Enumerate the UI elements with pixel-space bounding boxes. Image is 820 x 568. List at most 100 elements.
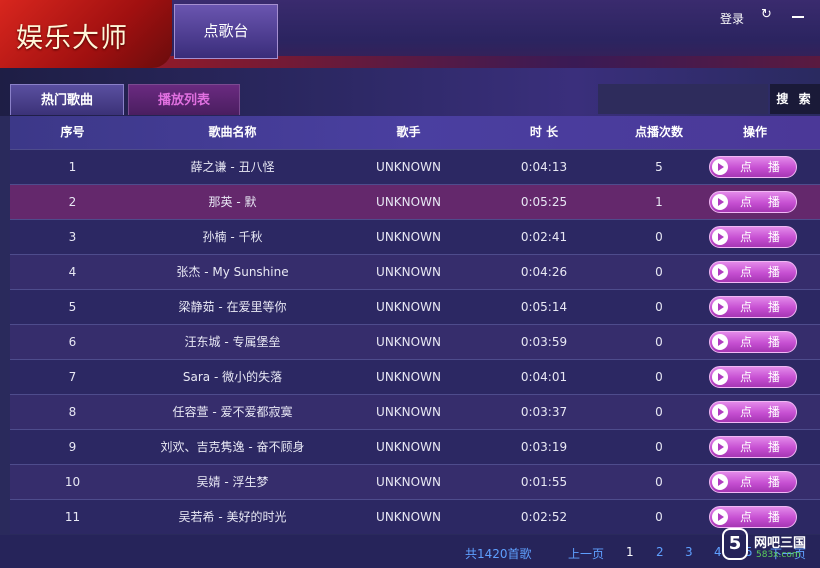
request-song-label: 点 播	[740, 510, 786, 524]
play-icon	[712, 159, 728, 175]
request-song-button[interactable]: 点 播	[709, 156, 797, 178]
row-title: 薛之谦 - 丑八怪	[190, 160, 275, 174]
app-logo-text: 娱乐大师	[16, 23, 128, 54]
table-row[interactable]: 3 孙楠 - 千秋 UNKNOWN 0:02:41 0 点 播	[10, 219, 820, 254]
table-row[interactable]: 9 刘欢、吉克隽逸 - 奋不顾身 UNKNOWN 0:03:19 0 点 播	[10, 429, 820, 464]
table-row[interactable]: 6 汪东城 - 专属堡垒 UNKNOWN 0:03:59 0 点 播	[10, 324, 820, 359]
row-plays: 5	[655, 160, 663, 174]
table-row[interactable]: 5 梁静茹 - 在爱里等你 UNKNOWN 0:05:14 0 点 播	[10, 289, 820, 324]
table-row[interactable]: 8 任容萱 - 爱不爱都寂寞 UNKNOWN 0:03:37 0 点 播	[10, 394, 820, 429]
header-singer: 歌手	[396, 125, 421, 139]
tab-playlist[interactable]: 播放列表	[128, 84, 240, 115]
play-icon	[712, 299, 728, 315]
table-row[interactable]: 11 吴若希 - 美好的时光 UNKNOWN 0:02:52 0 点 播	[10, 499, 820, 534]
row-duration: 0:05:14	[520, 300, 568, 314]
row-duration: 0:03:19	[520, 440, 568, 454]
request-song-label: 点 播	[740, 230, 786, 244]
page-link-1[interactable]: 1	[626, 545, 634, 559]
table-row[interactable]: 2 那英 - 默 UNKNOWN 0:05:25 1 点 播	[10, 184, 820, 219]
play-icon	[712, 439, 728, 455]
request-song-label: 点 播	[740, 370, 786, 384]
request-song-button[interactable]: 点 播	[709, 261, 797, 283]
row-duration: 0:01:55	[520, 475, 568, 489]
row-plays: 0	[655, 440, 663, 454]
row-title: 梁静茹 - 在爱里等你	[178, 300, 287, 314]
row-singer: UNKNOWN	[376, 475, 441, 489]
request-song-label: 点 播	[740, 265, 786, 279]
play-icon	[712, 229, 728, 245]
row-plays: 0	[655, 405, 663, 419]
search-input[interactable]	[598, 84, 768, 114]
request-song-button[interactable]: 点 播	[709, 191, 797, 213]
row-index: 5	[68, 300, 77, 314]
tab-hot-songs[interactable]: 热门歌曲	[10, 84, 124, 115]
play-icon	[712, 369, 728, 385]
play-icon	[712, 264, 728, 280]
row-plays: 0	[655, 265, 663, 279]
request-song-button[interactable]: 点 播	[709, 436, 797, 458]
row-duration: 0:05:25	[520, 195, 568, 209]
row-singer: UNKNOWN	[376, 230, 441, 244]
request-song-button[interactable]: 点 播	[709, 506, 797, 528]
row-duration: 0:02:52	[520, 510, 568, 524]
header-index: 序号	[60, 125, 85, 139]
tab-song-station[interactable]: 点歌台	[174, 4, 278, 59]
row-title: 汪东城 - 专属堡垒	[184, 335, 281, 349]
row-index: 11	[64, 510, 81, 524]
row-plays: 0	[655, 370, 663, 384]
row-singer: UNKNOWN	[376, 300, 441, 314]
request-song-button[interactable]: 点 播	[709, 471, 797, 493]
row-index: 4	[68, 265, 77, 279]
login-link[interactable]: 登录	[720, 10, 744, 27]
song-table: 序号 歌曲名称 歌手 时 长 点播次数 操作 1 薛之谦 - 丑八怪 UNKNOWN…	[10, 116, 820, 534]
row-title: 张杰 - My Sunshine	[176, 265, 289, 279]
row-duration: 0:03:37	[520, 405, 568, 419]
row-singer: UNKNOWN	[376, 195, 441, 209]
request-song-label: 点 播	[740, 440, 786, 454]
watermark-logo: 5 网吧三国 583x.com	[718, 528, 820, 568]
row-plays: 1	[655, 195, 663, 209]
row-index: 3	[68, 230, 77, 244]
total-count: 共1420首歌	[465, 547, 532, 561]
header-action: 操作	[742, 125, 767, 139]
play-icon	[712, 474, 728, 490]
play-icon	[712, 334, 728, 350]
row-singer: UNKNOWN	[376, 510, 441, 524]
request-song-button[interactable]: 点 播	[709, 366, 797, 388]
row-duration: 0:04:13	[520, 160, 568, 174]
table-row[interactable]: 10 吴婧 - 浮生梦 UNKNOWN 0:01:55 0 点 播	[10, 464, 820, 499]
row-plays: 0	[655, 335, 663, 349]
row-plays: 0	[655, 230, 663, 244]
header-title: 歌曲名称	[208, 125, 257, 139]
watermark-url: 583x.com	[756, 550, 801, 560]
table-row[interactable]: 4 张杰 - My Sunshine UNKNOWN 0:04:26 0 点 播	[10, 254, 820, 289]
row-singer: UNKNOWN	[376, 335, 441, 349]
row-index: 8	[68, 405, 77, 419]
app-logo: 娱乐大师	[0, 0, 172, 68]
row-duration: 0:04:26	[520, 265, 568, 279]
prev-page-link[interactable]: 上一页	[568, 545, 604, 562]
refresh-icon[interactable]: ↻	[761, 8, 773, 21]
row-singer: UNKNOWN	[376, 440, 441, 454]
page-link-3[interactable]: 3	[685, 545, 693, 559]
table-row[interactable]: 1 薛之谦 - 丑八怪 UNKNOWN 0:04:13 5 点 播	[10, 149, 820, 184]
row-index: 7	[68, 370, 77, 384]
row-singer: UNKNOWN	[376, 160, 441, 174]
search-button[interactable]: 搜 索	[770, 84, 820, 114]
row-singer: UNKNOWN	[376, 405, 441, 419]
table-header: 序号 歌曲名称 歌手 时 长 点播次数 操作	[10, 116, 820, 149]
play-icon	[712, 509, 728, 525]
request-song-button[interactable]: 点 播	[709, 401, 797, 423]
play-icon	[712, 404, 728, 420]
row-index: 9	[68, 440, 77, 454]
table-row[interactable]: 7 Sara - 微小的失落 UNKNOWN 0:04:01 0 点 播	[10, 359, 820, 394]
row-index: 10	[64, 475, 81, 489]
request-song-label: 点 播	[740, 405, 786, 419]
request-song-button[interactable]: 点 播	[709, 331, 797, 353]
request-song-button[interactable]: 点 播	[709, 296, 797, 318]
minimize-icon[interactable]	[792, 16, 804, 18]
row-duration: 0:02:41	[520, 230, 568, 244]
page-link-2[interactable]: 2	[656, 545, 664, 559]
request-song-button[interactable]: 点 播	[709, 226, 797, 248]
row-singer: UNKNOWN	[376, 265, 441, 279]
